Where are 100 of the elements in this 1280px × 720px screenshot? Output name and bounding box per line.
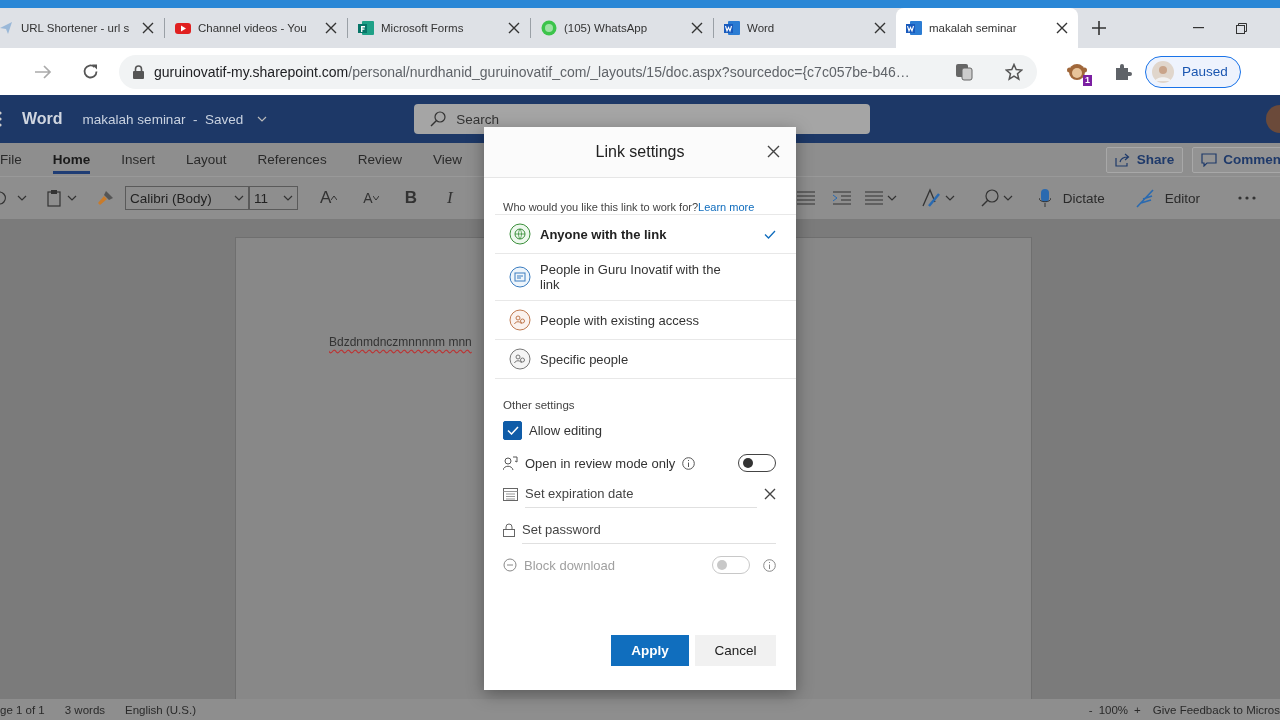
dialog-title: Link settings [595, 143, 685, 161]
dictate-button[interactable]: Dictate [1062, 190, 1105, 206]
link-option[interactable]: Specific people [495, 340, 796, 379]
learn-more-link[interactable]: Learn more [698, 201, 755, 213]
chevron-down-icon [944, 195, 955, 201]
question-text: Who would you like this link to work for?Learn more [503, 201, 755, 213]
plus-icon[interactable] [1092, 21, 1106, 35]
link-option[interactable]: People in Guru Inovatif with the link [495, 254, 796, 301]
styles-icon[interactable] [920, 188, 941, 208]
language-label[interactable]: English (U.S.) [125, 704, 196, 716]
bold-button[interactable]: B [404, 188, 417, 208]
extension-icon[interactable] [1067, 61, 1087, 82]
info-icon [682, 456, 696, 470]
microphone-icon[interactable] [1038, 188, 1051, 208]
ribbon-tab[interactable]: Insert [121, 152, 156, 174]
link-option[interactable]: Anyone with the link [495, 215, 796, 254]
translate-icon[interactable] [955, 62, 973, 81]
comment-icon [1201, 152, 1218, 167]
info-icon [763, 558, 776, 572]
close-icon[interactable] [1056, 22, 1068, 34]
block-download-label: Block download [524, 557, 616, 573]
close-icon[interactable] [325, 22, 337, 34]
building-icon [509, 266, 531, 288]
document-title[interactable]: makalah seminar - Saved [82, 111, 244, 127]
section-label: Other settings [503, 399, 576, 411]
people-icon [509, 309, 531, 331]
close-icon[interactable] [767, 145, 780, 158]
chat-icon [541, 20, 557, 36]
calendar-icon [503, 487, 518, 501]
people-icon [509, 348, 531, 370]
zoom-in-button[interactable]: + [1134, 704, 1141, 716]
close-icon[interactable] [508, 22, 520, 34]
reload-icon[interactable] [82, 63, 99, 80]
cancel-button[interactable]: Cancel [695, 635, 776, 666]
lock-icon [133, 64, 144, 79]
chevron-down-icon [283, 195, 293, 201]
lock-icon [503, 523, 515, 537]
feedback-link[interactable]: Give Feedback to Micros [1152, 704, 1280, 716]
check-icon [764, 229, 776, 239]
caret-up-icon [331, 196, 338, 200]
clipboard-icon[interactable] [47, 189, 61, 207]
minimize-icon[interactable] [1193, 27, 1204, 29]
close-icon[interactable] [691, 22, 703, 34]
chevron-down-icon [257, 116, 268, 122]
star-icon[interactable] [1005, 62, 1023, 81]
review-mode-label: Open in review mode only [525, 455, 676, 471]
puzzle-icon[interactable] [1113, 61, 1133, 82]
browser-tab[interactable]: Word [714, 8, 896, 48]
browser-tab[interactable]: Microsoft Forms [348, 8, 530, 48]
chevron-down-icon [234, 195, 244, 201]
browser-tab[interactable]: (105) WhatsApp [531, 8, 713, 48]
caret-down-icon [372, 196, 379, 200]
allow-editing-label: Allow editing [529, 423, 602, 438]
browser-tab[interactable]: makalah seminar [896, 8, 1078, 48]
check-icon [506, 426, 519, 435]
ribbon-tab[interactable]: Layout [186, 152, 227, 174]
editor-button[interactable]: Editor [1164, 190, 1200, 206]
address-bar[interactable]: guruinovatif-my.sharepoint.com/personal/nurdhanid_guruinovatif_com/_layouts/15/doc.aspx?sourcedoc={c7c057be-b46… [119, 54, 1037, 89]
restore-icon[interactable] [1236, 22, 1247, 34]
browser-tab[interactable]: URL Shortener - url s [0, 8, 164, 48]
close-icon[interactable] [142, 22, 154, 34]
share-icon [1114, 152, 1131, 167]
browser-tab[interactable]: Channel videos - You [165, 8, 347, 48]
expiration-date-field[interactable]: Set expiration date [525, 480, 757, 508]
font-dropdown[interactable]: Calibri (Body) [125, 186, 249, 210]
link-option[interactable]: People with existing access [495, 301, 796, 340]
ribbon-tab[interactable]: View [432, 152, 462, 174]
globe-icon [509, 223, 531, 245]
zoom-level[interactable]: 100% [1098, 704, 1129, 716]
share-button[interactable]: Share [1105, 146, 1184, 173]
chevron-down-icon [17, 195, 27, 201]
notification-badge: 1 [1083, 74, 1092, 86]
more-icon[interactable] [1238, 196, 1256, 200]
zoom-out-button[interactable]: - [1088, 704, 1093, 716]
italic-button[interactable]: I [446, 188, 453, 208]
comments-button[interactable]: Commen [1192, 146, 1280, 173]
close-icon[interactable] [874, 22, 886, 34]
document-text: Bdzdnmdnczmnnnnm mnn [329, 335, 472, 349]
app-launcher-icon[interactable] [0, 111, 4, 127]
password-field[interactable]: Set password [522, 516, 776, 544]
avatar-icon [1152, 60, 1174, 83]
search-icon [430, 111, 447, 127]
toggle-switch[interactable] [738, 454, 776, 472]
chevron-down-icon [67, 195, 77, 201]
search-icon[interactable] [980, 189, 999, 207]
apply-button[interactable]: Apply [611, 635, 689, 666]
word-icon [724, 20, 740, 36]
profile-button[interactable]: Paused [1145, 55, 1241, 88]
ribbon-tab[interactable]: References [257, 152, 327, 174]
page-count: ge 1 of 1 [0, 704, 45, 716]
grow-font-button[interactable]: A [320, 188, 332, 208]
font-size-dropdown[interactable]: 11 [249, 186, 298, 210]
ribbon-tab[interactable]: File [0, 152, 22, 174]
reviewer-icon [503, 455, 518, 471]
shrink-font-button[interactable]: A [363, 190, 373, 206]
app-name: Word [22, 110, 63, 128]
word-icon [906, 20, 922, 36]
checkbox[interactable] [503, 421, 522, 440]
clear-icon[interactable] [764, 488, 776, 500]
ribbon-tab[interactable]: Review [357, 152, 402, 174]
